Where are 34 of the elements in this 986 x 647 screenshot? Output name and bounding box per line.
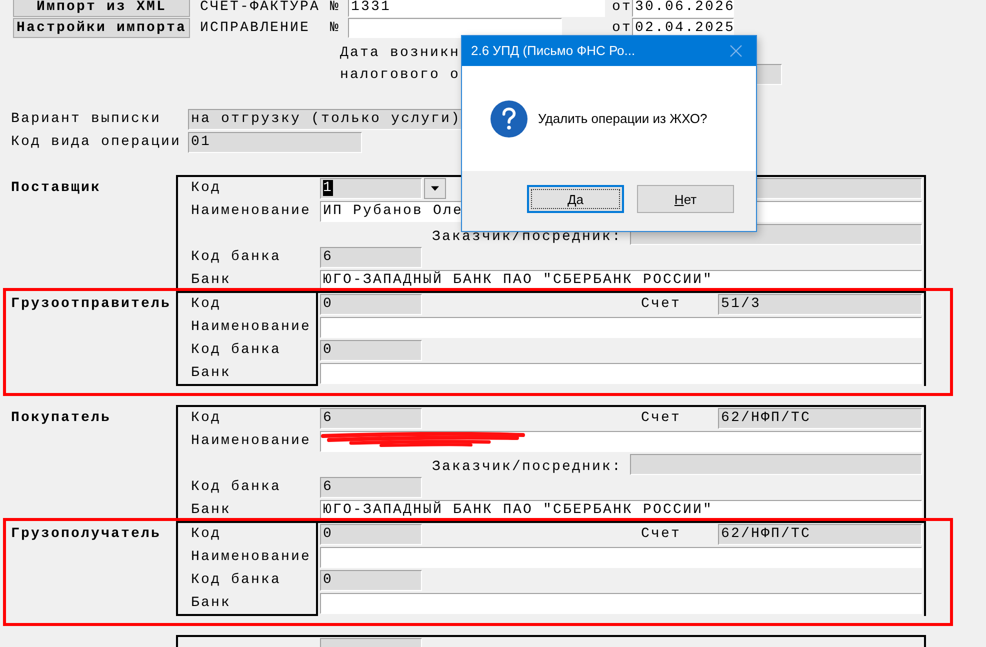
field-label: Счет (640, 410, 681, 426)
field-label: ИСПРАВЛЕНИЕ № (200, 20, 340, 36)
dialog-message: Удалить операции из ЖХО? (538, 110, 708, 126)
field-label: Код (191, 526, 222, 542)
field-label: Счет (640, 296, 681, 312)
field-label: Заказчик/посредник: (432, 230, 622, 245)
field-label: Код (191, 410, 222, 426)
field-label: Код банка (191, 479, 282, 495)
field-label: Код (191, 296, 222, 312)
field-label: СЧЕТ-ФАКТУРА № (200, 0, 340, 14)
section-title: Грузоотправитель (11, 296, 172, 312)
section-title: Грузополучатель (11, 526, 162, 542)
date-label: от (612, 0, 632, 14)
field-label: Код (191, 180, 222, 196)
field-label: Банк (191, 272, 232, 288)
field-label: Наименование (191, 203, 312, 219)
dialog-title: 2.6 УПД (Письмо ФНС Ро... (471, 43, 636, 59)
field-label: Заказчик/посредник: (432, 460, 622, 475)
section-title: Поставщик (11, 180, 102, 196)
field-label: Банк (191, 595, 232, 611)
field-label: Код банка (191, 249, 282, 265)
field-label: Код банка (191, 572, 282, 588)
date-label: от (612, 20, 632, 36)
field-label: Счет (640, 526, 681, 542)
section-title: Покупатель (11, 410, 112, 426)
field-label: Наименование (191, 319, 312, 335)
field-label: Дата возникн налогового о (340, 44, 460, 85)
field-label: Вариант выписки (11, 111, 162, 127)
field-label: Банк (191, 502, 232, 518)
field-label: Банк (191, 365, 232, 381)
field-label: Наименование (191, 549, 312, 565)
field-label: Код банка (191, 342, 282, 358)
field-label: Код вида операции (11, 134, 182, 150)
field-label: Наименование (191, 433, 312, 449)
